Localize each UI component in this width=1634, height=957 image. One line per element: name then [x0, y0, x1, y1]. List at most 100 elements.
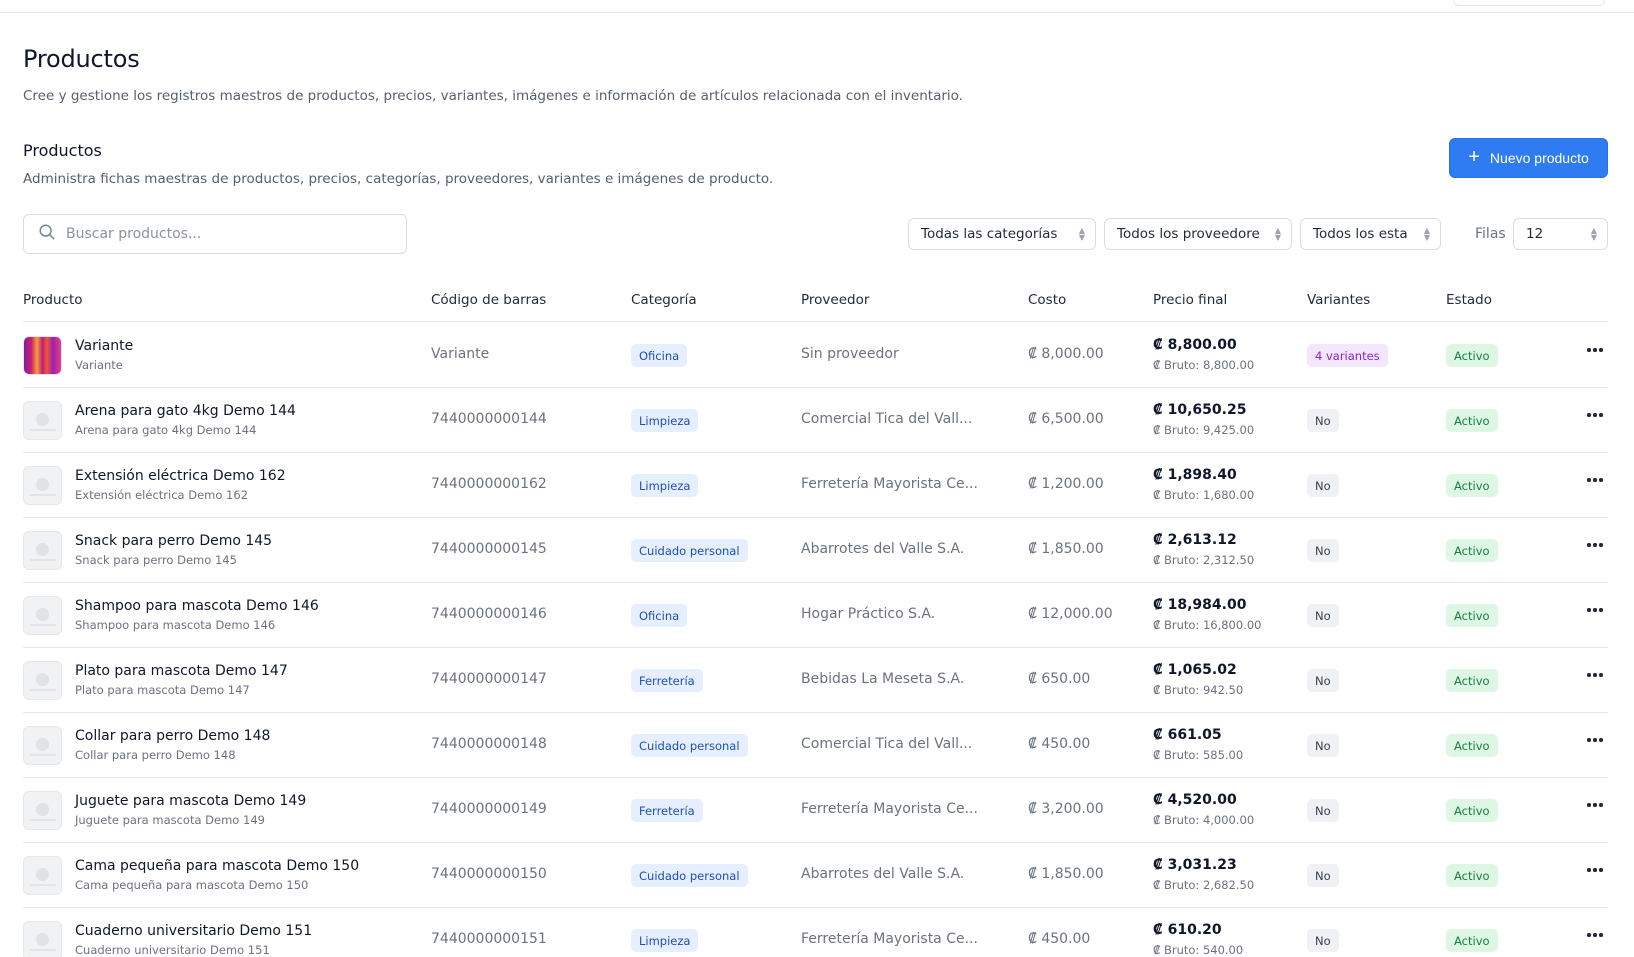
product-name[interactable]: Arena para gato 4kg Demo 144 — [75, 403, 296, 419]
product-subtitle: Shampoo para mascota Demo 146 — [75, 618, 276, 632]
product-thumbnail[interactable] — [23, 661, 62, 700]
header-status[interactable]: Estado — [1446, 292, 1492, 308]
gross-price-cell: ₡ Bruto: 2,312.50 — [1153, 553, 1255, 567]
chevron-up-down-icon: ▲ ▼ — [1590, 226, 1598, 242]
product-thumbnail[interactable] — [23, 726, 62, 765]
header-barcode[interactable]: Código de barras — [431, 292, 546, 308]
variants-badge: No — [1307, 669, 1339, 692]
product-thumbnail[interactable] — [23, 791, 62, 830]
product-name[interactable]: Cuaderno universitario Demo 151 — [75, 923, 312, 939]
supplier-cell: Ferretería Mayorista Ce... — [801, 931, 978, 947]
product-name[interactable]: Extensión eléctrica Demo 162 — [75, 468, 286, 484]
product-name[interactable]: Variante — [75, 338, 133, 354]
product-thumbnail[interactable] — [23, 921, 62, 957]
cost-cell: ₡ 6,500.00 — [1028, 411, 1104, 427]
supplier-cell: Sin proveedor — [801, 346, 899, 362]
top-bar — [0, 0, 1634, 13]
barcode-cell: 7440000000150 — [431, 866, 547, 882]
image-placeholder-line — [30, 559, 56, 561]
image-placeholder-line — [30, 754, 56, 756]
variants-badge[interactable]: 4 variantes — [1307, 344, 1388, 367]
gross-price-cell: ₡ Bruto: 8,800.00 — [1153, 358, 1255, 372]
header-category[interactable]: Categoría — [631, 292, 697, 308]
table-row[interactable]: Cama pequeña para mascota Demo 150 Cama p… — [23, 843, 1608, 908]
header-cost[interactable]: Costo — [1028, 292, 1066, 308]
product-thumbnail[interactable] — [23, 336, 62, 375]
header-final-price[interactable]: Precio final — [1153, 292, 1227, 308]
table-row[interactable]: Snack para perro Demo 145 Snack para perr… — [23, 518, 1608, 583]
variants-badge: No — [1307, 474, 1339, 497]
product-name[interactable]: Cama pequeña para mascota Demo 150 — [75, 858, 359, 874]
image-placeholder-icon — [36, 868, 49, 881]
table-row[interactable]: Arena para gato 4kg Demo 144 Arena para g… — [23, 388, 1608, 453]
image-placeholder-icon — [36, 608, 49, 621]
status-badge: Activo — [1446, 474, 1498, 497]
status-badge: Activo — [1446, 344, 1498, 367]
supplier-filter-value: Todos los proveedore — [1117, 226, 1260, 242]
header-variants[interactable]: Variantes — [1307, 292, 1370, 308]
chevron-up-down-icon: ▲ ▼ — [1423, 226, 1431, 242]
header-supplier[interactable]: Proveedor — [801, 292, 869, 308]
table-row[interactable]: Shampoo para mascota Demo 146 Shampoo par… — [23, 583, 1608, 648]
table-row[interactable]: Variante Variante Variante Oficina Sin prove… — [23, 323, 1608, 388]
more-actions-icon[interactable] — [1585, 860, 1605, 880]
table-row[interactable]: Cuaderno universitario Demo 151 Cuaderno … — [23, 908, 1608, 957]
more-actions-icon[interactable] — [1585, 925, 1605, 945]
more-actions-icon[interactable] — [1585, 535, 1605, 555]
top-bar-control[interactable] — [1453, 0, 1605, 6]
status-filter-select[interactable]: Todos los esta ▲ ▼ — [1300, 218, 1441, 250]
cost-cell: ₡ 1,200.00 — [1028, 476, 1104, 492]
image-placeholder-icon — [36, 413, 49, 426]
table-row[interactable]: Juguete para mascota Demo 149 Juguete par… — [23, 778, 1608, 843]
final-price-cell: ₡ 2,613.12 — [1153, 532, 1237, 548]
more-actions-icon[interactable] — [1585, 665, 1605, 685]
more-actions-icon[interactable] — [1585, 730, 1605, 750]
rows-per-page-select[interactable]: 12 ▲ ▼ — [1513, 218, 1608, 250]
product-thumbnail[interactable] — [23, 596, 62, 635]
product-thumbnail[interactable] — [23, 531, 62, 570]
table-row[interactable]: Extensión eléctrica Demo 162 Extensión el… — [23, 453, 1608, 518]
product-name[interactable]: Snack para perro Demo 145 — [75, 533, 272, 549]
category-filter-select[interactable]: Todas las categorías ▲ ▼ — [908, 218, 1096, 250]
search-box[interactable] — [23, 214, 407, 254]
more-actions-icon[interactable] — [1585, 405, 1605, 425]
barcode-cell: 7440000000145 — [431, 541, 547, 557]
image-placeholder-icon — [36, 673, 49, 686]
product-thumbnail[interactable] — [23, 856, 62, 895]
more-actions-icon[interactable] — [1585, 340, 1605, 360]
cost-cell: ₡ 12,000.00 — [1028, 606, 1113, 622]
barcode-cell: 7440000000146 — [431, 606, 547, 622]
product-name[interactable]: Collar para perro Demo 148 — [75, 728, 270, 744]
table-header: Producto Código de barras Categoría Prov… — [23, 288, 1608, 322]
more-actions-icon[interactable] — [1585, 600, 1605, 620]
final-price-cell: ₡ 661.05 — [1153, 727, 1222, 743]
gross-price-cell: ₡ Bruto: 4,000.00 — [1153, 813, 1255, 827]
product-thumbnail[interactable] — [23, 466, 62, 505]
more-actions-icon[interactable] — [1585, 470, 1605, 490]
image-placeholder-icon — [36, 478, 49, 491]
header-product[interactable]: Producto — [23, 292, 83, 308]
image-placeholder-line — [30, 819, 56, 821]
barcode-cell: 7440000000149 — [431, 801, 547, 817]
table-row[interactable]: Plato para mascota Demo 147 Plato para ma… — [23, 648, 1608, 713]
product-name[interactable]: Juguete para mascota Demo 149 — [75, 793, 306, 809]
product-name[interactable]: Plato para mascota Demo 147 — [75, 663, 288, 679]
status-filter-value: Todos los esta — [1313, 226, 1408, 242]
product-name[interactable]: Shampoo para mascota Demo 146 — [75, 598, 319, 614]
new-product-button[interactable]: + Nuevo producto — [1449, 138, 1608, 178]
product-subtitle: Arena para gato 4kg Demo 144 — [75, 423, 257, 437]
category-badge: Cuidado personal — [631, 539, 748, 562]
barcode-cell: Variante — [431, 346, 490, 362]
final-price-cell: ₡ 1,898.40 — [1153, 467, 1237, 483]
product-thumbnail[interactable] — [23, 401, 62, 440]
variants-badge: No — [1307, 864, 1339, 887]
final-price-cell: ₡ 3,031.23 — [1153, 857, 1237, 873]
supplier-filter-select[interactable]: Todos los proveedore ▲ ▼ — [1104, 218, 1292, 250]
supplier-cell: Comercial Tica del Vall... — [801, 736, 973, 752]
more-actions-icon[interactable] — [1585, 795, 1605, 815]
table-row[interactable]: Collar para perro Demo 148 Collar para pe… — [23, 713, 1608, 778]
product-subtitle: Extensión eléctrica Demo 162 — [75, 488, 249, 502]
search-input[interactable] — [66, 226, 386, 242]
section-title: Productos — [23, 141, 102, 160]
gross-price-cell: ₡ Bruto: 1,680.00 — [1153, 488, 1255, 502]
